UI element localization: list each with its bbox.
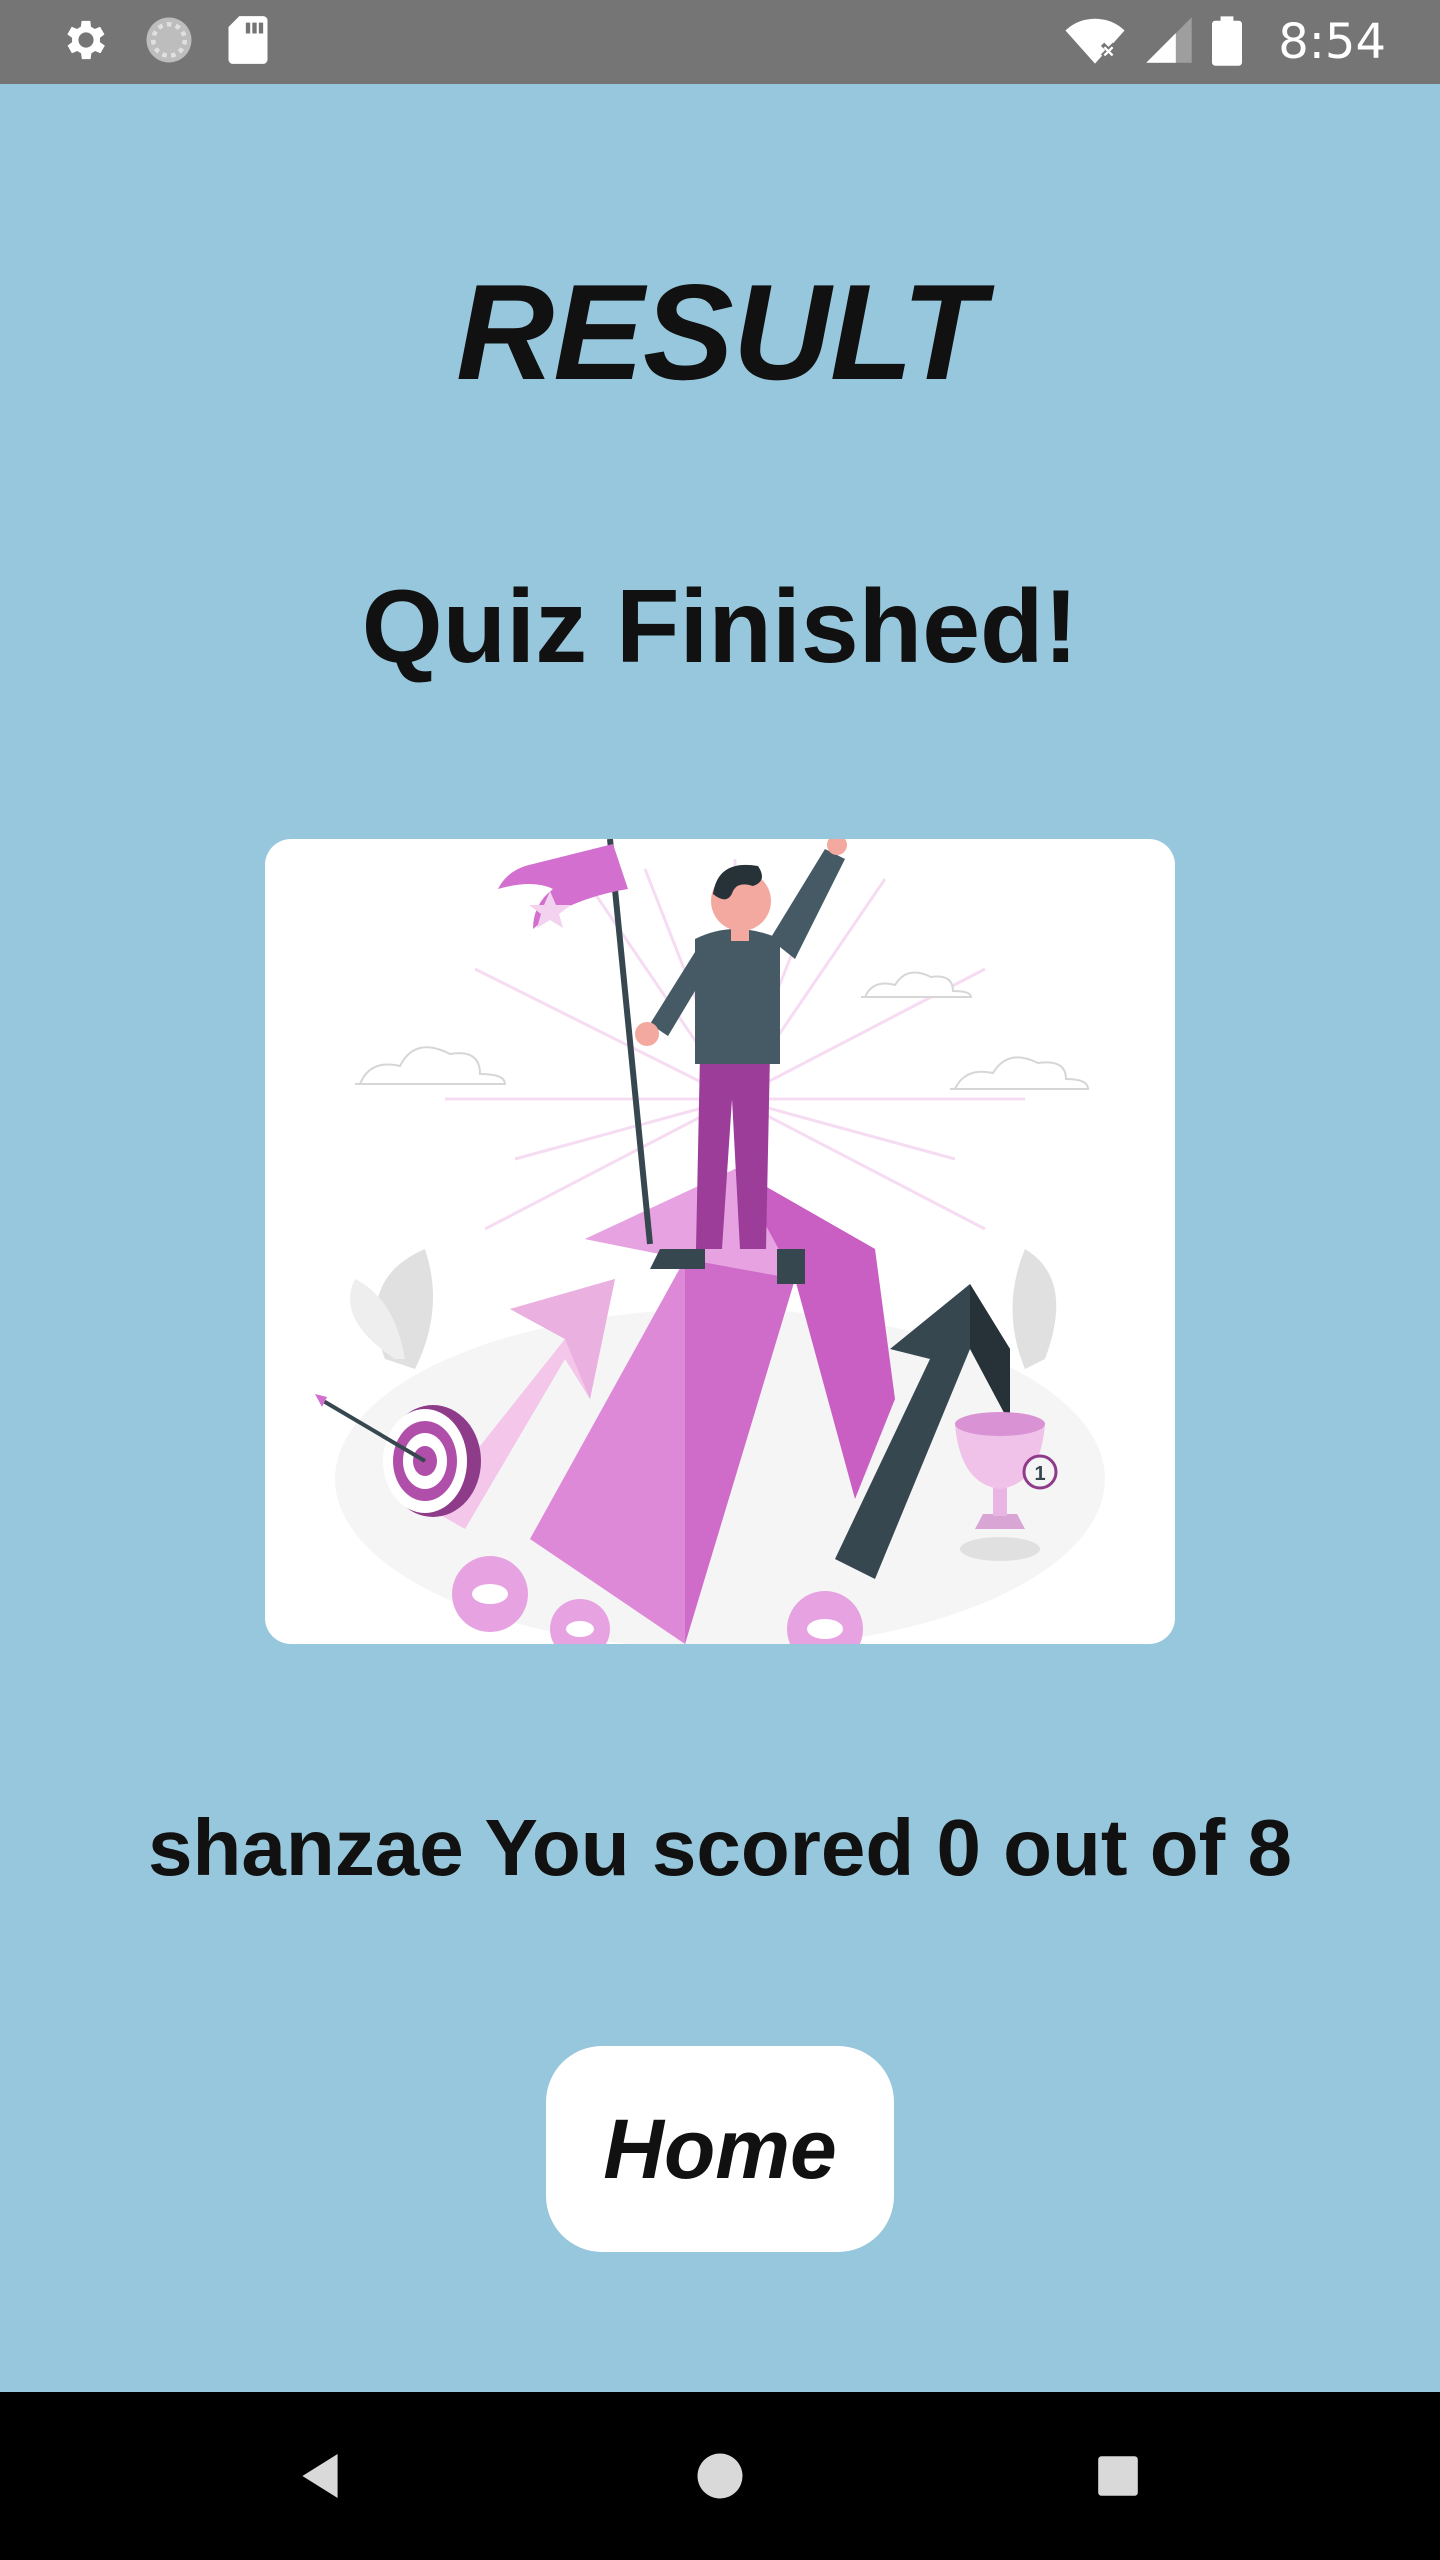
- success-illustration: 1: [265, 839, 1175, 1644]
- score-text: shanzae You scored 0 out of 8: [148, 1803, 1292, 1892]
- quiz-finished-heading: Quiz Finished!: [361, 569, 1079, 685]
- status-time: 8:54: [1278, 14, 1386, 70]
- battery-icon: [1212, 13, 1243, 72]
- sd-card-icon: [226, 14, 270, 71]
- home-nav-button[interactable]: [640, 2392, 800, 2560]
- status-bar: 8:54: [0, 0, 1440, 84]
- recents-button[interactable]: [1038, 2392, 1198, 2560]
- status-right-icons: 8:54: [1064, 0, 1386, 84]
- illustration-graphic: 1: [315, 839, 1105, 1644]
- back-icon: [302, 2454, 338, 2498]
- recents-icon: [1098, 2456, 1138, 2496]
- navigation-bar: [0, 2392, 1440, 2560]
- main-content: RESULT Quiz Finished! 1 shanzae You scor…: [0, 84, 1440, 2392]
- status-left-icons: [60, 0, 270, 84]
- sync-icon: [142, 13, 196, 72]
- page-title: RESULT: [456, 256, 985, 408]
- back-button[interactable]: [240, 2392, 400, 2560]
- gear-icon: [60, 14, 112, 71]
- wifi-off-icon: [1064, 14, 1126, 71]
- signal-icon: [1144, 14, 1194, 71]
- home-button[interactable]: Home: [546, 2046, 894, 2252]
- home-icon: [697, 2453, 743, 2499]
- svg-text:1: 1: [1034, 1463, 1045, 1485]
